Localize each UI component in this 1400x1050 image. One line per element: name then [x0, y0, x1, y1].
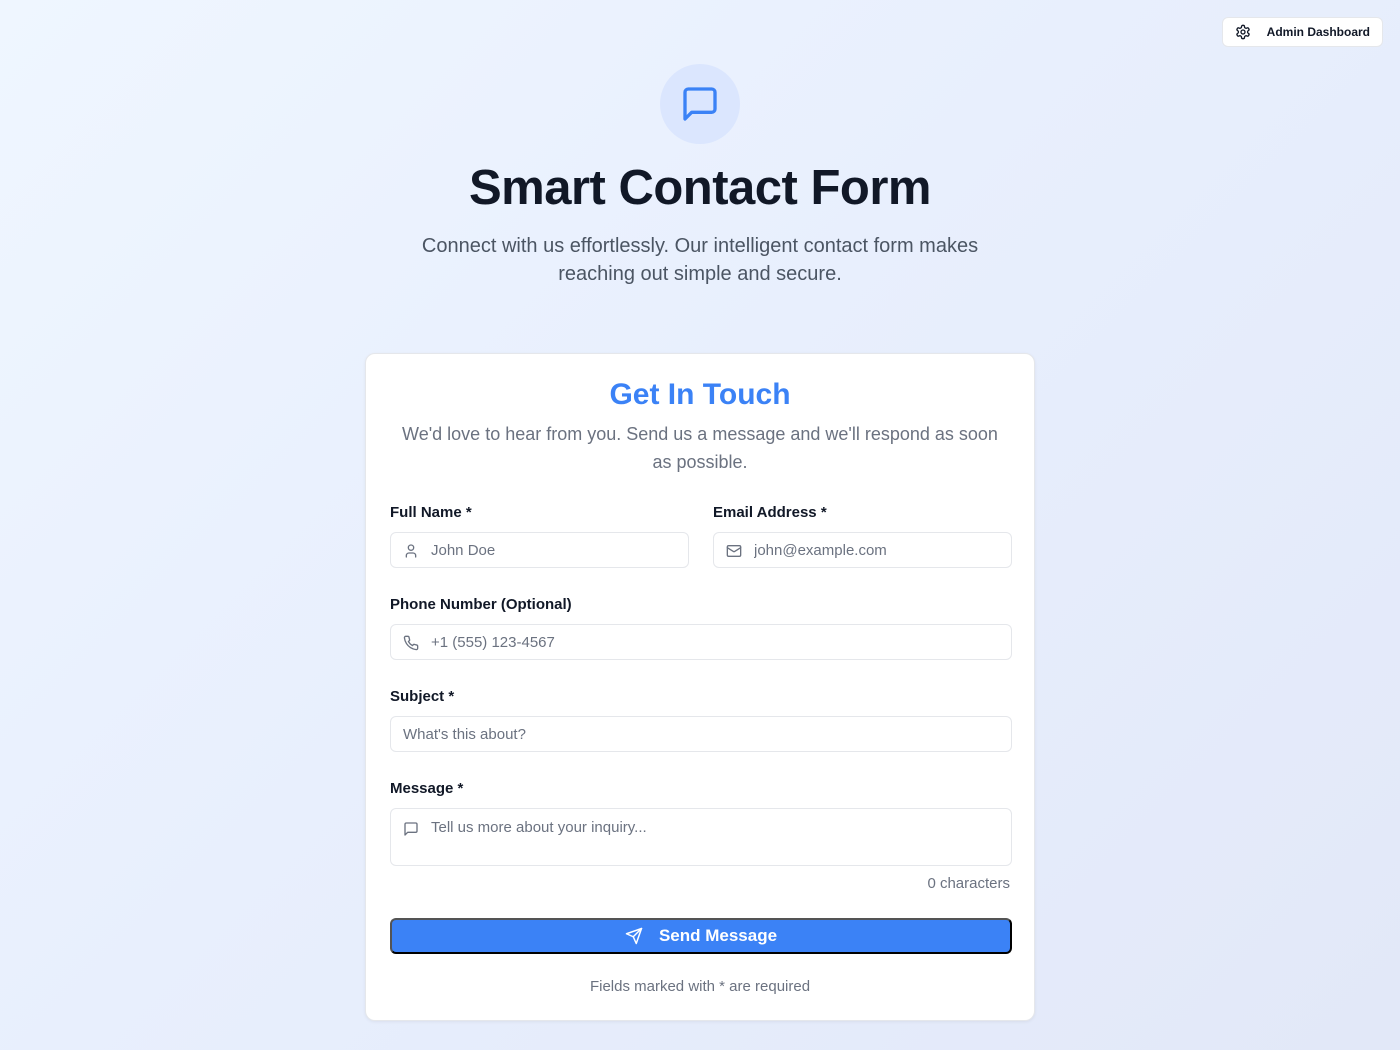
phone-label: Phone Number (Optional) [390, 596, 572, 613]
message-field-wrapper [390, 808, 1012, 866]
phone-icon [403, 635, 419, 651]
message-label: Message * [390, 780, 464, 797]
required-fields-note: Fields marked with * are required [589, 978, 811, 995]
send-message-button[interactable]: Send Message [390, 918, 1012, 954]
full-name-label: Full Name * [390, 504, 472, 521]
email-field-wrapper [713, 532, 1012, 568]
contact-form-card: Get In Touch We'd love to hear from you.… [365, 353, 1035, 1021]
send-icon [625, 927, 643, 945]
form-title: Get In Touch [609, 378, 791, 411]
user-icon [403, 543, 419, 559]
send-message-label: Send Message [658, 926, 778, 945]
gear-icon [1235, 24, 1251, 40]
page-title: Smart Contact Form [468, 161, 932, 215]
admin-dashboard-label: Admin Dashboard [1266, 25, 1370, 39]
subject-label: Subject * [390, 688, 455, 705]
email-input[interactable] [714, 533, 1011, 567]
message-textarea[interactable] [391, 809, 1011, 865]
admin-dashboard-button[interactable]: Admin Dashboard [1221, 17, 1383, 47]
form-subtitle: We'd love to hear from you. Send us a me… [402, 424, 998, 472]
phone-field-wrapper [390, 624, 1012, 660]
mail-icon [726, 543, 742, 559]
full-name-field-wrapper [390, 532, 689, 568]
subject-input[interactable] [391, 717, 1011, 751]
page-subtitle: Connect with us effortlessly. Our intell… [421, 235, 979, 285]
full-name-input[interactable] [391, 533, 688, 567]
email-label: Email Address * [713, 504, 827, 521]
character-count: 0 characters [927, 875, 1010, 892]
message-icon [403, 821, 419, 837]
subject-field-wrapper [390, 716, 1012, 752]
message-square-icon [660, 64, 740, 144]
phone-input[interactable] [391, 625, 1011, 659]
